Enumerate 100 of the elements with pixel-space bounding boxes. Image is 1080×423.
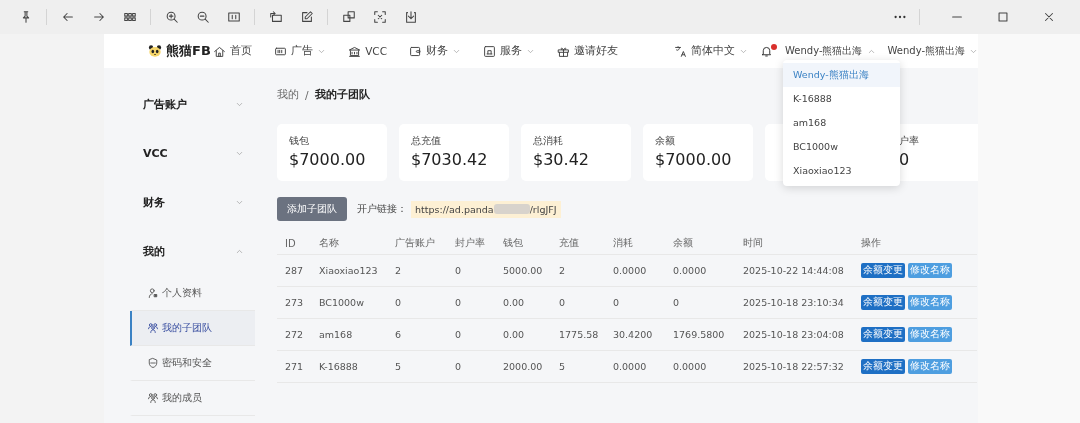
table-cell: 2025-10-18 23:10:34 [735, 286, 853, 319]
panda-logo-icon [148, 44, 162, 58]
table-cell: 0 [605, 286, 665, 319]
stat-value: $7000.00 [289, 150, 367, 169]
chevron-down-icon [235, 100, 244, 109]
column-header: ID [277, 232, 311, 255]
rotate-icon[interactable] [268, 10, 283, 24]
table-cell: 0 [447, 318, 495, 351]
table-cell: 2025-10-22 14:44:08 [735, 254, 853, 287]
nav-link[interactable]: 服务 [483, 44, 535, 58]
account-menu[interactable]: Wendy-熊猫出海 [887, 44, 978, 58]
edit-icon[interactable] [299, 10, 314, 24]
close-icon[interactable] [1042, 10, 1056, 24]
chart-box-icon [483, 44, 496, 58]
home-icon [213, 44, 227, 58]
balance-change-button[interactable]: 余额变更 [861, 327, 905, 342]
dropdown-item[interactable]: am168 [783, 111, 900, 135]
translate-icon [674, 44, 687, 58]
column-header: 操作 [853, 232, 977, 255]
table-cell: 0 [665, 286, 735, 319]
shield-icon [147, 357, 159, 369]
stat-label: 钱包 [289, 134, 310, 148]
table-cell: 2025-10-18 23:04:08 [735, 318, 853, 351]
translate-icon[interactable] [341, 10, 356, 24]
signup-link[interactable]: /rlgJFJ [529, 203, 557, 215]
stat-value: 0 [899, 150, 911, 169]
grid-icon[interactable] [122, 10, 137, 24]
signup-link-label: 开户链接： [357, 202, 407, 216]
table-cell: 273 [277, 286, 311, 319]
dropdown-item[interactable]: Wendy-熊猫出海 [783, 63, 900, 87]
balance-change-button[interactable]: 余额变更 [861, 263, 905, 278]
nav-link[interactable]: 邀请好友 [557, 44, 618, 58]
breadcrumb-item: 我的子团队 [314, 88, 370, 102]
table-cell: 0.00 [495, 286, 551, 319]
chevron-up-icon [235, 247, 244, 256]
balance-change-button[interactable]: 余额变更 [861, 359, 905, 374]
table-cell: 6 [387, 318, 447, 351]
column-header: 消耗 [605, 232, 665, 255]
table-cell: 0 [447, 286, 495, 319]
dropdown-item[interactable]: Xiaoxiao123 [783, 159, 900, 183]
table-cell: 2025-10-18 22:57:32 [735, 350, 853, 383]
table-cell: Xiaoxiao123 [311, 254, 387, 287]
save-icon[interactable] [403, 10, 418, 24]
column-header: 广告账户 [387, 232, 447, 255]
stat-label: 户率 [899, 134, 920, 148]
breadcrumb-separator: / [305, 89, 309, 101]
column-header: 余额 [665, 232, 735, 255]
table-cell: 271 [277, 350, 311, 383]
language-selector[interactable]: 简体中文 [674, 44, 748, 58]
table-cell: 0 [447, 254, 495, 287]
sidebar-item[interactable]: 我的成员 [130, 381, 255, 416]
table-cell: 272 [277, 318, 311, 351]
nav-link[interactable]: VCC [348, 44, 387, 58]
table-cell: 0 [551, 286, 605, 319]
stat-value: $7030.42 [411, 150, 489, 169]
breadcrumb-item[interactable]: 我的 [277, 88, 299, 102]
sidebar-section[interactable]: 财务 [104, 178, 270, 227]
text-scan-icon[interactable] [372, 10, 387, 24]
table-cell: 2000.00 [495, 350, 551, 383]
signup-link[interactable]: https://ad.panda [415, 203, 494, 215]
nav-link[interactable]: 财务 [409, 44, 461, 58]
chevron-down-icon [235, 198, 244, 207]
stat-label: 余额 [655, 134, 676, 148]
add-sub-team-button[interactable]: 添加子团队 [277, 197, 347, 221]
table-cell: 1769.5800 [665, 318, 735, 351]
table-cell: 5 [387, 350, 447, 383]
table-cell: 0.0000 [665, 350, 735, 383]
forward-arrow-icon[interactable] [91, 10, 106, 24]
stat-label: 总充值 [411, 134, 442, 148]
zoom-in-icon[interactable] [164, 10, 179, 24]
sidebar-section[interactable]: 广告账户 [104, 80, 270, 129]
zoom-out-icon[interactable] [195, 10, 210, 24]
table-cell: 30.4200 [605, 318, 665, 351]
table-cell: 2 [387, 254, 447, 287]
balance-change-button[interactable]: 余额变更 [861, 295, 905, 310]
sidebar-item[interactable]: 密码和安全 [130, 346, 255, 381]
sidebar-section[interactable]: VCC [104, 129, 270, 178]
bank-icon [348, 44, 362, 58]
table-cell: 2 [551, 254, 605, 287]
nav-link[interactable]: 首页 [213, 44, 253, 58]
nav-link[interactable]: 广告 [274, 44, 327, 58]
back-arrow-icon[interactable] [60, 10, 75, 24]
table-cell: 0.0000 [605, 350, 665, 383]
maximize-icon[interactable] [996, 10, 1010, 24]
table-cell: 0.0000 [665, 254, 735, 287]
team-icon [147, 392, 159, 404]
column-header: 封户率 [447, 232, 495, 255]
table-cell: 0.0000 [605, 254, 665, 287]
notification-bell-icon[interactable] [760, 44, 773, 58]
table-cell: 5000.00 [495, 254, 551, 287]
fit-page-icon[interactable] [226, 10, 241, 24]
sidebar-section[interactable]: 我的 [104, 227, 270, 276]
sidebar-item[interactable]: 我的子团队 [130, 311, 255, 346]
account-menu[interactable]: Wendy-熊猫出海 [785, 44, 876, 58]
table-cell: 0 [447, 350, 495, 383]
chevron-down-icon [235, 149, 244, 158]
dropdown-item[interactable]: K-16888 [783, 87, 900, 111]
dropdown-item[interactable]: BC1000w [783, 135, 900, 159]
column-header: 时间 [735, 232, 853, 255]
team-icon [147, 322, 159, 334]
